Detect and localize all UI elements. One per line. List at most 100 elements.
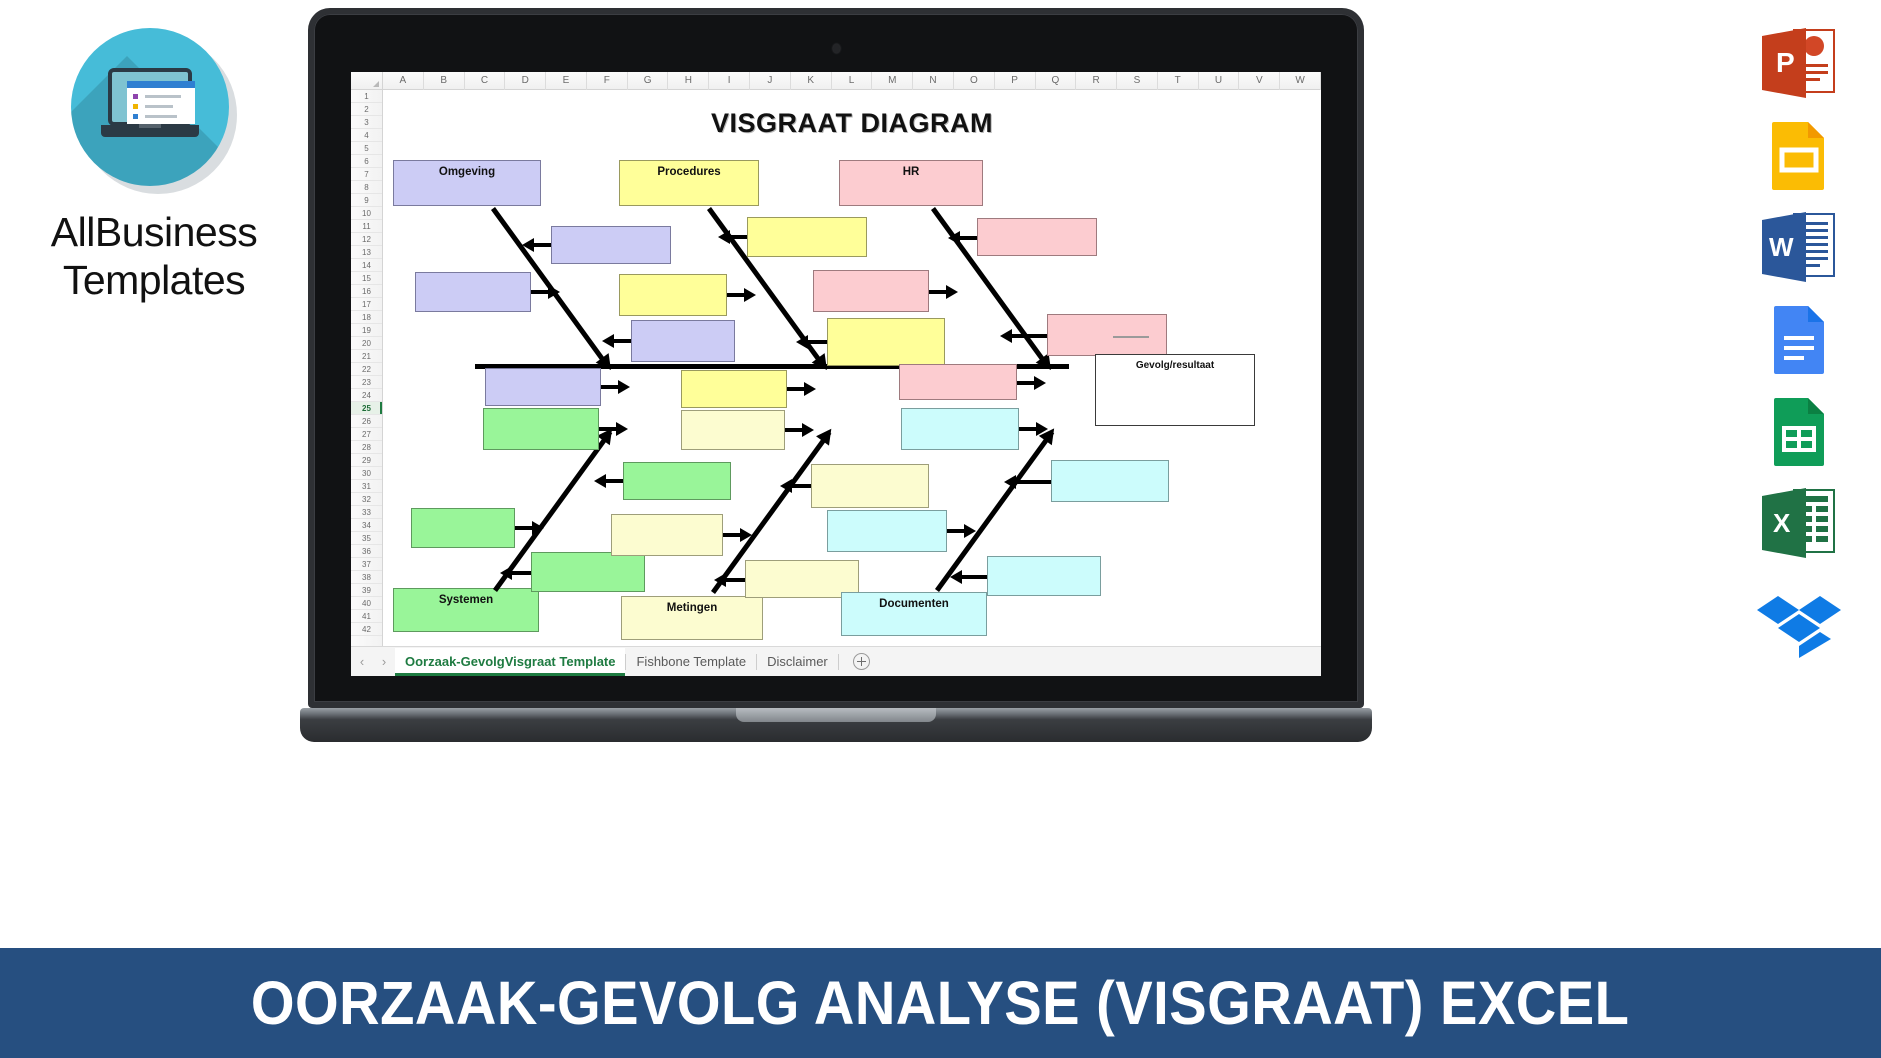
column-header-k[interactable]: K (791, 72, 832, 90)
powerpoint-icon[interactable]: P (1756, 20, 1842, 106)
cause-box-procedures-3[interactable] (827, 318, 945, 366)
column-header-a[interactable]: A (383, 72, 424, 90)
row-header-3[interactable]: 3 (351, 116, 382, 129)
column-header-j[interactable]: J (750, 72, 791, 90)
column-header-o[interactable]: O (954, 72, 995, 90)
row-header-28[interactable]: 28 (351, 441, 382, 454)
add-sheet-icon[interactable] (852, 653, 870, 670)
google-sheets-icon[interactable] (1756, 388, 1842, 474)
row-header-34[interactable]: 34 (351, 519, 382, 532)
category-box-procedures[interactable]: Procedures (619, 160, 759, 206)
row-header-30[interactable]: 30 (351, 467, 382, 480)
row-header-41[interactable]: 41 (351, 610, 382, 623)
row-header-22[interactable]: 22 (351, 363, 382, 376)
row-header-20[interactable]: 20 (351, 337, 382, 350)
row-header-24[interactable]: 24 (351, 389, 382, 402)
row-header-33[interactable]: 33 (351, 506, 382, 519)
row-header-10[interactable]: 10 (351, 207, 382, 220)
cause-box-metingen-2[interactable] (811, 464, 929, 508)
cause-box-systemen-4[interactable] (531, 552, 645, 592)
row-header-21[interactable]: 21 (351, 350, 382, 363)
column-header-p[interactable]: P (995, 72, 1036, 90)
row-header-9[interactable]: 9 (351, 194, 382, 207)
row-header-12[interactable]: 12 (351, 233, 382, 246)
row-header-14[interactable]: 14 (351, 259, 382, 272)
column-header-e[interactable]: E (546, 72, 587, 90)
row-header-17[interactable]: 17 (351, 298, 382, 311)
sheet-tab-oorzaak-gevolg[interactable]: Oorzaak-GevolgVisgraat Template (395, 647, 626, 676)
row-header-35[interactable]: 35 (351, 532, 382, 545)
dropbox-icon[interactable] (1756, 580, 1842, 666)
row-header-4[interactable]: 4 (351, 129, 382, 142)
row-header-39[interactable]: 39 (351, 584, 382, 597)
cause-box-systemen-2[interactable] (623, 462, 731, 500)
cause-box-documenten-3[interactable] (827, 510, 947, 552)
column-header-q[interactable]: Q (1036, 72, 1077, 90)
result-box[interactable]: Gevolg/resultaat (1095, 354, 1255, 426)
row-header-32[interactable]: 32 (351, 493, 382, 506)
row-header-13[interactable]: 13 (351, 246, 382, 259)
row-header-40[interactable]: 40 (351, 597, 382, 610)
sheet-nav-next-icon[interactable]: › (373, 654, 395, 669)
column-header-t[interactable]: T (1158, 72, 1199, 90)
cause-box-documenten-4[interactable] (987, 556, 1101, 596)
google-slides-icon[interactable] (1756, 112, 1842, 198)
excel-icon[interactable]: X (1756, 480, 1842, 566)
row-header-29[interactable]: 29 (351, 454, 382, 467)
cause-box-hr-3[interactable] (1047, 314, 1167, 356)
row-header-11[interactable]: 11 (351, 220, 382, 233)
cause-box-systemen-3[interactable] (411, 508, 515, 548)
column-header-m[interactable]: M (872, 72, 914, 90)
row-header-5[interactable]: 5 (351, 142, 382, 155)
row-header-37[interactable]: 37 (351, 558, 382, 571)
column-header-l[interactable]: L (832, 72, 873, 90)
column-header-f[interactable]: F (587, 72, 628, 90)
category-box-documenten[interactable]: Documenten (841, 592, 987, 636)
sheet-nav-prev-icon[interactable]: ‹ (351, 654, 373, 669)
category-box-hr[interactable]: HR (839, 160, 983, 206)
cause-box-hr-2[interactable] (813, 270, 929, 312)
column-header-w[interactable]: W (1280, 72, 1321, 90)
cause-box-hr-1[interactable] (977, 218, 1097, 256)
cause-box-omgeving-2[interactable] (415, 272, 531, 312)
cause-box-procedures-2[interactable] (619, 274, 727, 316)
column-header-h[interactable]: H (668, 72, 710, 90)
row-header-16[interactable]: 16 (351, 285, 382, 298)
row-header-25[interactable]: 25 (351, 402, 382, 415)
column-header-v[interactable]: V (1239, 72, 1281, 90)
row-header-31[interactable]: 31 (351, 480, 382, 493)
row-header-27[interactable]: 27 (351, 428, 382, 441)
row-header-42[interactable]: 42 (351, 623, 382, 636)
column-header-s[interactable]: S (1117, 72, 1158, 90)
row-header-1[interactable]: 1 (351, 90, 382, 103)
cause-box-metingen-3[interactable] (611, 514, 723, 556)
column-header-n[interactable]: N (913, 72, 954, 90)
google-docs-icon[interactable] (1756, 296, 1842, 382)
sheet-tab-disclaimer[interactable]: Disclaimer (757, 648, 838, 676)
cause-box-omgeving-1[interactable] (551, 226, 671, 264)
row-header-2[interactable]: 2 (351, 103, 382, 116)
row-header-19[interactable]: 19 (351, 324, 382, 337)
column-header-c[interactable]: C (465, 72, 506, 90)
row-header-36[interactable]: 36 (351, 545, 382, 558)
column-header-i[interactable]: I (709, 72, 751, 90)
cause-box-systemen-1[interactable] (483, 408, 599, 450)
row-header-6[interactable]: 6 (351, 155, 382, 168)
row-header-8[interactable]: 8 (351, 181, 382, 194)
cause-box-procedures-4[interactable] (681, 370, 787, 408)
row-header-38[interactable]: 38 (351, 571, 382, 584)
grid-area[interactable]: VISGRAAT DIAGRAM Omgeving Procedures HR … (383, 90, 1321, 646)
sheet-tab-fishbone[interactable]: Fishbone Template (626, 648, 756, 676)
cause-box-documenten-2[interactable] (1051, 460, 1169, 502)
row-header-26[interactable]: 26 (351, 415, 382, 428)
column-header-d[interactable]: D (505, 72, 547, 90)
cause-box-procedures-1[interactable] (747, 217, 867, 257)
column-header-r[interactable]: R (1076, 72, 1118, 90)
cause-box-omgeving-3[interactable] (631, 320, 735, 362)
column-header-u[interactable]: U (1199, 72, 1240, 90)
select-all-corner[interactable] (351, 72, 383, 90)
category-box-omgeving[interactable]: Omgeving (393, 160, 541, 206)
row-header-23[interactable]: 23 (351, 376, 382, 389)
category-box-systemen[interactable]: Systemen (393, 588, 539, 632)
cause-box-omgeving-4[interactable] (485, 368, 601, 406)
